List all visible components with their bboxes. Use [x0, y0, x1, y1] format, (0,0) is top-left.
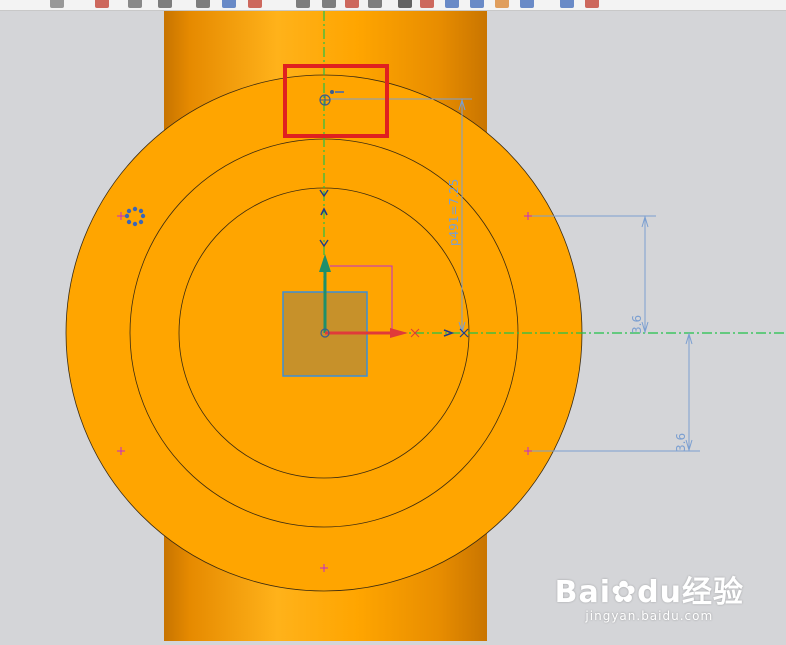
cube-view-icon[interactable] [560, 0, 574, 8]
rectangle-icon[interactable] [158, 0, 172, 8]
vertical-dimension-upper-label[interactable]: 3.6 [630, 315, 644, 334]
point-icon[interactable] [368, 0, 382, 8]
constraint-icon[interactable] [345, 0, 359, 8]
diameter-dimension-label[interactable]: p491=7.25 [447, 179, 461, 246]
watermark-url: jingyan.baidu.com [585, 609, 714, 623]
cube-icon[interactable] [222, 0, 236, 8]
watermark-brand-right: du [637, 575, 682, 610]
sketch-canvas[interactable]: p491=7.25 3.6 3.6 [0, 11, 786, 641]
vertical-dimension-lower-label[interactable]: 3.6 [674, 433, 688, 452]
view-icon[interactable] [470, 0, 484, 8]
sketch-icon[interactable] [95, 0, 109, 8]
watermark-brand-cn: 经验 [682, 575, 744, 610]
circle-icon[interactable] [196, 0, 210, 8]
arc-icon[interactable] [296, 0, 310, 8]
render-icon[interactable] [495, 0, 509, 8]
undo-icon[interactable] [50, 0, 64, 8]
paw-icon: ✿ [611, 575, 638, 610]
watermark-brand: Bai✿du经验 [555, 567, 744, 611]
trim-icon[interactable] [248, 0, 262, 8]
mirror-icon[interactable] [420, 0, 434, 8]
watermark-brand-left: Bai [554, 575, 612, 610]
graphics-viewport[interactable]: p491=7.25 3.6 3.6 [0, 11, 786, 641]
top-toolbar [0, 0, 786, 11]
pattern-icon[interactable] [445, 0, 459, 8]
rotate-icon[interactable] [398, 0, 412, 8]
shade-icon[interactable] [520, 0, 534, 8]
line-icon[interactable] [128, 0, 142, 8]
cursor-dot [330, 90, 334, 94]
finish-sketch-icon[interactable] [585, 0, 599, 8]
dimension-icon[interactable] [322, 0, 336, 8]
baidu-watermark: Bai✿du经验 jingyan.baidu.com [555, 567, 744, 623]
